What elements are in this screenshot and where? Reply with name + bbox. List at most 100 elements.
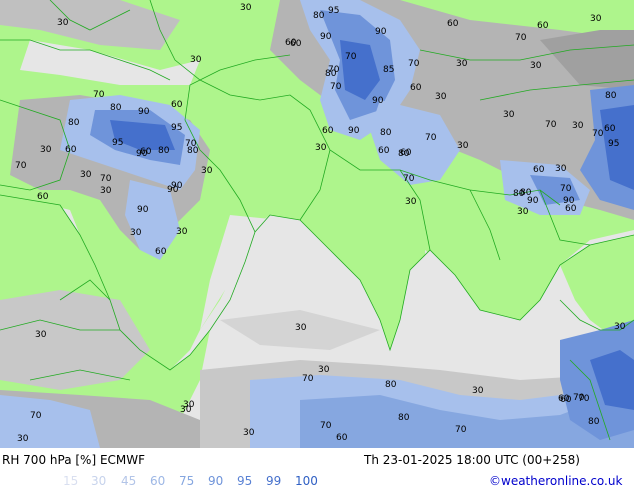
contour-label: 80 [588, 417, 600, 427]
contour-label: 80 [385, 380, 397, 390]
contour-label: 90 [372, 96, 384, 106]
contour-label: 70 [560, 184, 572, 194]
contour-label: 30 [183, 400, 195, 410]
contour-label: 60 [447, 19, 459, 29]
contour-label: 30 [457, 141, 469, 151]
contour-label: 80 [110, 103, 122, 113]
contour-label: 90 [320, 32, 332, 42]
contour-label: 70 [15, 161, 27, 171]
contour-label: 80 [158, 146, 170, 156]
legend-item-label: 90 [208, 474, 224, 488]
contour-label: 60 [378, 146, 390, 156]
contour-label: 30 [243, 428, 255, 438]
contour-label: 90 [348, 126, 360, 136]
contour-label: 30 [405, 197, 417, 207]
contour-label: 30 [472, 386, 484, 396]
contour-label: 30 [35, 330, 47, 340]
contour-label: 60 [65, 145, 77, 155]
contour-label: 70 [592, 129, 604, 139]
contour-label: 70 [302, 374, 314, 384]
contour-label: 30 [315, 143, 327, 153]
contour-label: 70 [93, 90, 105, 100]
contour-label: 90 [138, 107, 150, 117]
contour-label: 60 [37, 192, 49, 202]
contour-label: 30 [190, 55, 202, 65]
rh-700hpa-map: 30 80 95 90 60 60 70 30 30 60 30 30 70 3… [0, 0, 634, 448]
contour-label: 85 [383, 65, 394, 75]
contour-label: 60 [604, 124, 616, 134]
contour-label: 70 [408, 59, 420, 69]
contour-label: 90 [137, 205, 149, 215]
contour-label: 70 [455, 425, 467, 435]
contour-label: 30 [176, 227, 188, 237]
legend-item-label: 75 [179, 474, 195, 488]
contour-label: 95 [112, 138, 123, 148]
contour-label: 60 [537, 21, 549, 31]
contour-label: 70 [320, 421, 332, 431]
legend-item-label: 60 [150, 474, 166, 488]
legend-item-label: 100 [295, 474, 318, 488]
contour-label: 30 [40, 145, 52, 155]
legend-item-label: 30 [91, 474, 107, 488]
contour-label: 30 [572, 121, 584, 131]
contour-label: 60 [558, 394, 570, 404]
contour-label: 60 [322, 126, 334, 136]
map-title: RH 700 hPa [%] ECMWF [2, 453, 146, 467]
contour-label: 95 [608, 139, 619, 149]
contour-label: 70 [578, 394, 590, 404]
contour-label: 30 [456, 59, 468, 69]
contour-label: 70 [100, 174, 112, 184]
contour-label: 80 [68, 118, 80, 128]
contour-label: 80 [313, 11, 325, 21]
contour-label: 70 [545, 120, 557, 130]
contour-label: 70 [403, 174, 415, 184]
contour-label: 70 [515, 33, 527, 43]
contour-label: 60 [533, 165, 545, 175]
contour-label: 90 [136, 149, 148, 159]
legend-item-label: 99 [266, 474, 282, 488]
contour-label: 30 [100, 186, 112, 196]
contour-label: 30 [530, 61, 542, 71]
contour-label: 70 [345, 52, 357, 62]
contour-label: 60 [290, 39, 302, 49]
contour-label: 70 [425, 133, 437, 143]
contour-label: 80 [520, 188, 532, 198]
contour-label: 80 [187, 146, 199, 156]
legend-item-label: 95 [237, 474, 253, 488]
contour-label: 30 [17, 434, 29, 444]
contour-label: 30 [503, 110, 515, 120]
contour-label: 95 [328, 6, 339, 16]
contour-label: 30 [130, 228, 142, 238]
contour-label: 60 [400, 148, 412, 158]
contour-label: 70 [330, 82, 342, 92]
contour-label: 30 [614, 322, 626, 332]
map-footer: RH 700 hPa [%] ECMWF Th 23-01-2025 18:00… [0, 448, 634, 490]
contour-label: 30 [295, 323, 307, 333]
contour-label: 30 [201, 166, 213, 176]
contour-label: 30 [555, 164, 567, 174]
contour-label: 30 [517, 207, 529, 217]
contour-label: 80 [605, 91, 617, 101]
contour-label: 90 [167, 185, 179, 195]
contour-label: 80 [398, 413, 410, 423]
credit-link[interactable]: ©weatheronline.co.uk [489, 474, 622, 488]
contour-label: 60 [336, 433, 348, 443]
contour-label: 60 [171, 100, 183, 110]
contour-label: 80 [380, 128, 392, 138]
contour-label: 80 [325, 69, 337, 79]
contour-label: 60 [565, 204, 577, 214]
contour-label: 70 [30, 411, 42, 421]
contour-label: 60 [410, 83, 422, 93]
legend-item-label: 15 [63, 474, 79, 488]
contour-label: 30 [435, 92, 447, 102]
contour-label: 30 [57, 18, 69, 28]
run-info: Th 23-01-2025 18:00 UTC (00+258) [364, 453, 580, 467]
contour-label: 30 [318, 365, 330, 375]
contour-label: 30 [240, 3, 252, 13]
contour-label: 90 [375, 27, 387, 37]
contour-label: 30 [80, 170, 92, 180]
contour-label: 95 [171, 123, 182, 133]
legend-item-label: 45 [121, 474, 137, 488]
contour-label: 60 [155, 247, 167, 257]
contour-label: 30 [590, 14, 602, 24]
